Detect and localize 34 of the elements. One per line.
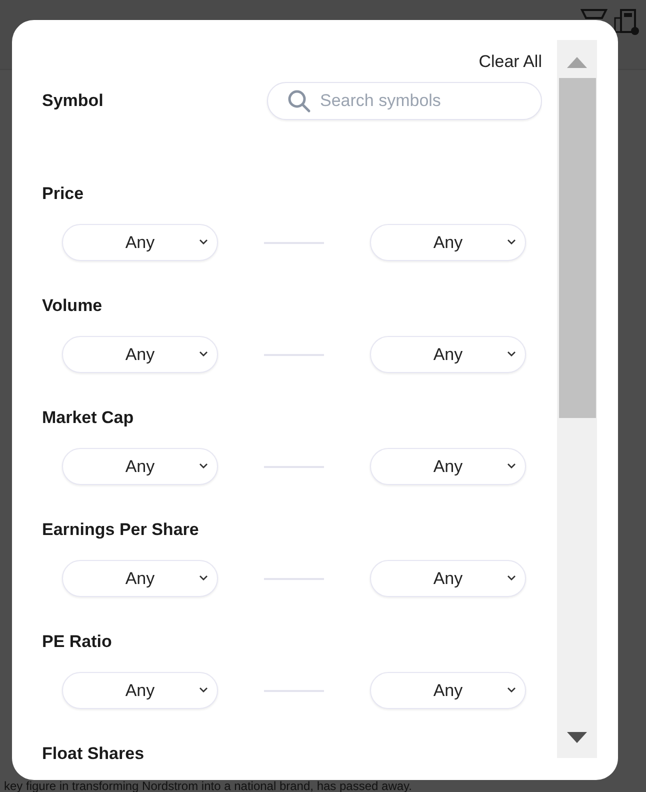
filter-label: Symbol	[42, 91, 104, 111]
filter-label: Earnings Per Share	[42, 520, 199, 539]
min-dropdown[interactable]: Any	[62, 448, 218, 485]
chevron-down-icon	[199, 463, 208, 469]
chevron-down-icon	[507, 575, 516, 581]
scrollbar[interactable]	[557, 40, 597, 758]
chevron-down-icon	[199, 687, 208, 693]
max-dropdown[interactable]: Any	[370, 336, 526, 373]
chevron-down-icon	[507, 351, 516, 357]
filter-label: Float Shares	[42, 744, 144, 763]
scrollbar-thumb[interactable]	[558, 78, 596, 418]
max-dropdown[interactable]: Any	[370, 560, 526, 597]
chevron-down-icon	[507, 239, 516, 245]
search-field[interactable]: Search symbols	[267, 82, 542, 120]
min-dropdown[interactable]: Any	[62, 224, 218, 261]
min-dropdown[interactable]: Any	[62, 336, 218, 373]
filter-label: PE Ratio	[42, 632, 112, 651]
max-dropdown[interactable]: Any	[370, 448, 526, 485]
max-dropdown[interactable]: Any	[370, 672, 526, 709]
scroll-up-icon[interactable]	[567, 56, 587, 68]
clear-all-button[interactable]: Clear All	[478, 52, 542, 72]
max-dropdown[interactable]: Any	[370, 224, 526, 261]
filter-label: Volume	[42, 296, 102, 315]
min-dropdown[interactable]: Any	[62, 560, 218, 597]
filter-label: Market Cap	[42, 408, 134, 427]
chevron-down-icon	[507, 463, 516, 469]
scroll-down-icon[interactable]	[567, 732, 587, 744]
min-dropdown[interactable]: Any	[62, 672, 218, 709]
filter-label: Price	[42, 184, 84, 203]
chevron-down-icon	[199, 351, 208, 357]
chevron-down-icon	[507, 687, 516, 693]
calculator-icon[interactable]	[614, 8, 640, 36]
chevron-down-icon	[199, 575, 208, 581]
chevron-down-icon	[199, 239, 208, 245]
